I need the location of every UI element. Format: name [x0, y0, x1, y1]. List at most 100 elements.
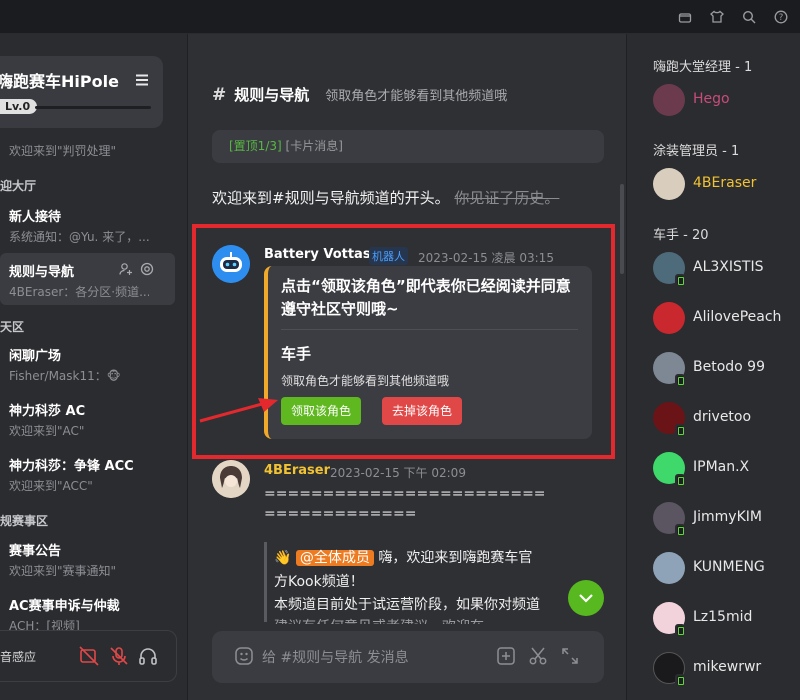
member-item[interactable]: Hego: [653, 84, 798, 124]
scissors-icon[interactable]: [528, 646, 548, 666]
channel-item-rules[interactable]: 规则与导航 4BEraser：各分区·频道...: [0, 253, 175, 305]
add-member-icon[interactable]: [119, 261, 133, 275]
member-name: Lz15mid: [693, 609, 753, 625]
card-title: 点击“领取该角色”即代表你已经阅读并同意遵守社区守则哦~: [281, 277, 571, 318]
channel-title: AC赛事申诉与仲裁: [9, 599, 120, 614]
member-name: 4BEraser: [693, 175, 757, 191]
level-progress-bar: [35, 106, 151, 109]
category-lobby[interactable]: 迎大厅: [0, 177, 36, 194]
intro-main: 欢迎来到#规则与导航频道的开头。: [212, 189, 450, 207]
intro-strike: 你见证了历史。: [454, 189, 560, 207]
channel-welcome-item[interactable]: 欢迎来到"判罚处理": [9, 142, 116, 159]
quote-bar: [264, 542, 267, 622]
user-avatar[interactable]: [212, 460, 250, 498]
quote-line: 建议有任何意见或者建议，欢迎在: [274, 616, 484, 624]
chat-main: # 规则与导航 领取角色才能够看到其他频道哦 [置顶1/3] [卡片消息] 欢迎…: [188, 34, 626, 700]
member-name: IPMan.X: [693, 459, 750, 475]
message-input-box[interactable]: 给 #规则与导航 发消息: [212, 631, 604, 683]
add-icon[interactable]: [496, 646, 516, 666]
menu-icon[interactable]: [135, 71, 149, 86]
member-group-title: 嗨跑大堂经理 - 1: [653, 60, 753, 75]
quote-text: 嗨，欢迎来到嗨跑赛车官: [378, 550, 533, 566]
member-item[interactable]: Betodo 99: [653, 352, 798, 392]
claim-role-button[interactable]: 领取该角色: [281, 397, 362, 425]
member-group-title: 涂装管理员 - 1: [653, 144, 740, 159]
member-item[interactable]: Lz15mid: [653, 602, 798, 642]
channel-title: 闲聊广场: [9, 349, 62, 364]
channel-header-desc: 领取角色才能够看到其他频道哦: [325, 89, 508, 104]
card-description: 领取角色才能够看到其他频道哦: [281, 374, 450, 388]
settings-icon[interactable]: [140, 261, 154, 276]
shirt-icon[interactable]: [708, 8, 726, 26]
pinned-text: [卡片消息]: [285, 139, 343, 153]
channel-item-acc[interactable]: 神力科莎：争锋 ACC 欢迎来到"ACC": [0, 447, 175, 499]
channel-item-chat[interactable]: 闲聊广场 Fisher/Mask11：🐵: [0, 337, 175, 389]
member-item[interactable]: AL3XISTIS: [653, 252, 798, 292]
headphones-icon[interactable]: [137, 645, 159, 667]
channel-item-announcements[interactable]: 赛事公告 欢迎来到"赛事通知": [0, 532, 175, 584]
online-status-icon: [675, 274, 685, 286]
category-chat[interactable]: 天区: [0, 318, 24, 335]
expand-icon[interactable]: [560, 646, 580, 666]
member-group-title: 车手 - 20: [653, 228, 709, 243]
role-card: 点击“领取该角色”即代表你已经阅读并同意遵守社区守则哦~ 车手 领取角色才能够看…: [264, 266, 592, 439]
member-name: KUNMENG: [693, 559, 765, 575]
member-item[interactable]: 4BEraser: [653, 168, 798, 208]
member-list: 嗨跑大堂经理 - 1 Hego 涂装管理员 - 1 4BEraser 车手 - …: [627, 34, 800, 700]
channel-header: # 规则与导航 领取角色才能够看到其他频道哦: [212, 84, 507, 105]
channel-title: 规则与导航: [9, 265, 75, 280]
message-input-placeholder[interactable]: 给 #规则与导航 发消息: [262, 647, 409, 667]
avatar: [653, 302, 685, 334]
server-header[interactable]: 嗨跑赛车HiPole Lv.0: [0, 56, 163, 128]
help-icon[interactable]: ?: [772, 8, 790, 26]
online-status-icon: [675, 674, 685, 686]
message-author[interactable]: Battery Vottas: [264, 247, 371, 262]
bot-badge: 机器人: [369, 247, 408, 265]
scrollbar[interactable]: [620, 184, 624, 274]
quote-line: 👋 @全体成员 嗨，欢迎来到嗨跑赛车官: [274, 547, 532, 567]
channel-title: 赛事公告: [9, 544, 62, 559]
wave-emoji: 👋: [274, 550, 292, 566]
emoji-icon[interactable]: [234, 646, 254, 666]
member-item[interactable]: AlilovePeach: [653, 302, 798, 342]
channel-preview: 欢迎来到"AC": [9, 424, 85, 438]
channel-item-ac[interactable]: 神力科莎 AC 欢迎来到"AC": [0, 392, 175, 444]
card-divider: [281, 329, 578, 330]
search-icon[interactable]: [740, 8, 758, 26]
message-line: ========================: [264, 486, 546, 502]
channel-item-newcomer[interactable]: 新人接待 系统通知：@Yu. 来了，...: [0, 198, 175, 250]
category-events[interactable]: 规赛事区: [0, 512, 48, 529]
channel-preview: 欢迎来到"ACC": [9, 479, 93, 493]
shop-icon[interactable]: [676, 8, 694, 26]
channel-title: 新人接待: [9, 210, 62, 225]
arrow-annotation: [198, 394, 280, 428]
avatar: [653, 552, 685, 584]
member-item[interactable]: KUNMENG: [653, 552, 798, 592]
bot-avatar[interactable]: [212, 245, 250, 283]
message-author[interactable]: 4BEraser: [264, 463, 330, 478]
channel-header-title: 规则与导航: [234, 86, 310, 104]
mic-off-icon[interactable]: [108, 645, 130, 667]
member-item[interactable]: IPMan.X: [653, 452, 798, 492]
channel-preview: 系统通知：@Yu. 来了，...: [9, 230, 149, 244]
member-item[interactable]: mikewrwr: [653, 652, 798, 692]
scroll-down-button[interactable]: [568, 580, 604, 616]
member-item[interactable]: JimmyKIM: [653, 502, 798, 542]
member-item[interactable]: drivetoo: [653, 402, 798, 442]
server-name: 嗨跑赛车HiPole: [0, 72, 119, 91]
online-status-icon: [675, 374, 685, 386]
voice-mode-label[interactable]: 音感应: [0, 648, 36, 665]
message-timestamp: 2023-02-15 下午 02:09: [330, 466, 466, 480]
remove-role-button[interactable]: 去掉该角色: [382, 397, 463, 425]
quote-line: 方Kook频道！: [274, 574, 364, 590]
pinned-message-bar[interactable]: [置顶1/3] [卡片消息]: [212, 130, 604, 163]
member-name: AL3XISTIS: [693, 259, 764, 275]
avatar: [653, 168, 685, 200]
message-timestamp: 2023-02-15 凌晨 03:15: [418, 251, 554, 265]
mention-all-tag[interactable]: @全体成员: [295, 550, 374, 566]
channel-preview: 4BEraser：各分区·频道...: [9, 285, 149, 299]
channel-title: 神力科莎 AC: [9, 404, 86, 419]
message-line: =============: [264, 506, 417, 522]
speaker-off-icon[interactable]: [78, 645, 100, 667]
channel-preview: Fisher/Mask11：🐵: [9, 369, 121, 383]
